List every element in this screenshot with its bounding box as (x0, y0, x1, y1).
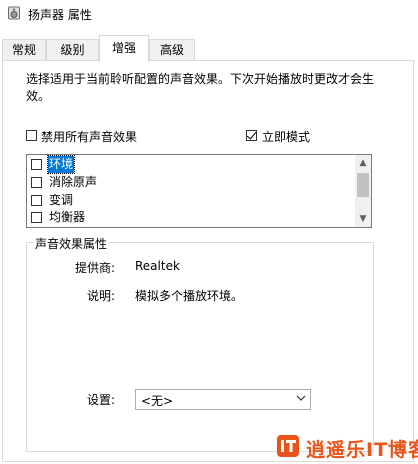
disable-all-label: 禁用所有声音效果 (41, 130, 138, 144)
effects-scrollbar[interactable]: ▲ ▼ (355, 155, 371, 227)
immediate-mode-label: 立即模式 (262, 130, 311, 144)
effect-description-label: 说明: (87, 289, 116, 303)
voice-cancellation-checkbox[interactable] (31, 177, 42, 188)
scroll-up-icon[interactable]: ▲ (355, 155, 371, 171)
tab-general[interactable]: 常规 (2, 39, 46, 60)
disable-all-checkbox[interactable] (26, 130, 37, 141)
list-item-label: 消除原声 (49, 175, 98, 189)
list-item-label: 均衡器 (49, 210, 86, 224)
tab-levels[interactable]: 级别 (46, 39, 99, 60)
provider-value: Realtek (135, 259, 180, 273)
watermark-text: 逍遥乐IT博客 (306, 439, 418, 461)
pitch-shift-checkbox[interactable] (31, 195, 42, 206)
effect-properties-title: 声音效果属性 (33, 235, 110, 252)
chevron-down-icon (296, 395, 306, 401)
window-title: 扬声器 属性 (28, 8, 92, 22)
effect-description-value: 模拟多个播放环境。 (135, 289, 244, 303)
equalizer-checkbox[interactable] (31, 212, 42, 223)
setting-value: <无> (141, 394, 174, 408)
tab-bar: 常规 级别 增强 高级 (0, 35, 418, 62)
immediate-mode-checkbox[interactable] (246, 130, 257, 141)
scroll-down-icon[interactable]: ▼ (355, 211, 371, 227)
scroll-thumb[interactable] (357, 173, 369, 197)
title-bar: 扬声器 属性 (0, 0, 418, 28)
blog-logo-icon (277, 435, 299, 457)
effects-list[interactable]: 环境 消除原声 变调 均衡器 ▲ ▼ (26, 154, 372, 228)
watermark: 逍遥乐IT博客 (276, 432, 418, 462)
enhancements-description: 选择适用于当前聆听配置的声音效果。下次开始播放时更改才会生效。 (26, 72, 375, 103)
setting-dropdown[interactable]: <无> (135, 389, 311, 410)
environment-checkbox[interactable] (31, 159, 42, 170)
tab-advanced[interactable]: 高级 (149, 39, 195, 60)
provider-label: 提供商: (75, 261, 116, 275)
list-item-label: 变调 (49, 193, 74, 207)
setting-label: 设置: (87, 393, 116, 407)
speaker-icon (8, 6, 20, 20)
tab-enhancements[interactable]: 增强 (99, 35, 149, 62)
list-item-label: 环境 (46, 155, 76, 174)
